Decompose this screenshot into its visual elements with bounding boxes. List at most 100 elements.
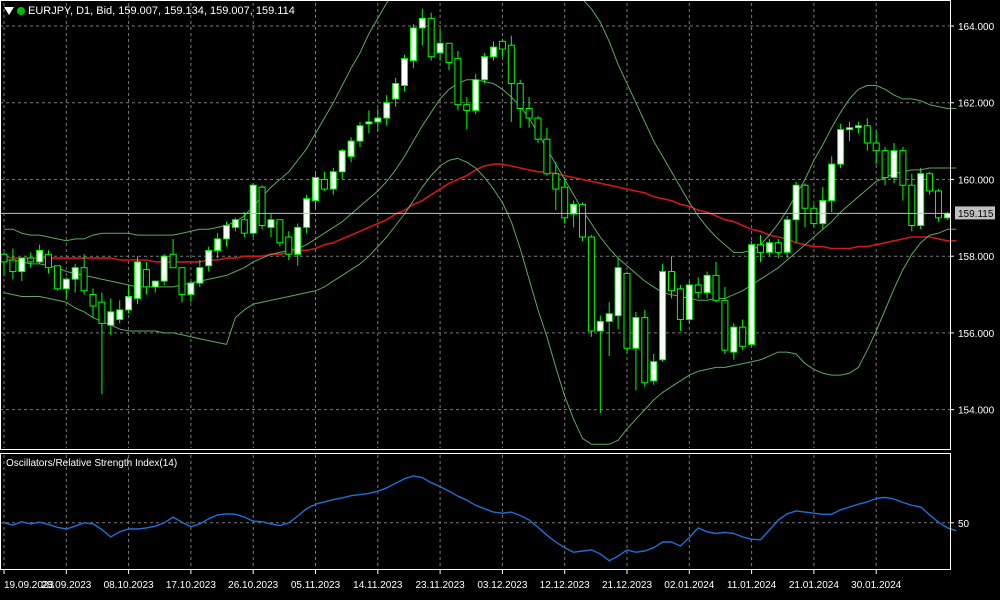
- bull-candle-body: [837, 129, 845, 165]
- bull-candle-body: [614, 267, 622, 317]
- candle[interactable]: [837, 123, 845, 168]
- candle[interactable]: [534, 116, 542, 144]
- bull-candle-body: [703, 274, 711, 294]
- bull-candle-body: [659, 271, 667, 361]
- bull-candle-body: [107, 311, 115, 326]
- bull-candle-body: [605, 313, 613, 322]
- x-tick-label: 02.01.2024: [664, 580, 714, 591]
- bear-candle-body: [142, 269, 150, 288]
- bear-candle-body: [579, 203, 586, 238]
- candle[interactable]: [160, 254, 168, 285]
- x-tick-label: 08.10.2023: [104, 580, 154, 591]
- candle[interactable]: [258, 185, 266, 230]
- bear-candle-body: [45, 253, 52, 269]
- candle[interactable]: [641, 309, 649, 387]
- bull-candle-body: [374, 117, 382, 123]
- bear-candle-body: [80, 267, 88, 292]
- collapse-triangle-icon[interactable]: [4, 7, 14, 15]
- x-tick-label: 30.01.2024: [851, 580, 901, 591]
- candle[interactable]: [134, 256, 141, 305]
- candle[interactable]: [810, 204, 818, 228]
- candle[interactable]: [587, 235, 595, 337]
- bear-candle-body: [712, 274, 720, 301]
- candle[interactable]: [926, 171, 934, 195]
- candle[interactable]: [303, 194, 311, 234]
- bull-candle-body: [205, 249, 213, 267]
- bull-candle-body: [125, 295, 133, 311]
- bull-candle-body: [828, 163, 836, 202]
- bear-candle-body: [98, 301, 106, 324]
- bull-candle-body: [36, 249, 44, 263]
- x-tick-label: 12.12.2023: [540, 580, 590, 591]
- bear-candle-body: [276, 219, 284, 244]
- candle[interactable]: [401, 54, 408, 92]
- y-tick-label: 156.000: [958, 329, 995, 340]
- bear-candle-body: [757, 244, 764, 253]
- symbol-info: EURJPY, D1, Bid, 159.007, 159.134, 159.0…: [28, 5, 295, 17]
- candle[interactable]: [623, 271, 631, 355]
- rsi-panel-title: Oscillators/Relative Strength Index(14): [6, 458, 178, 469]
- bear-candle-body: [463, 104, 471, 111]
- bear-candle-body: [454, 58, 462, 106]
- x-tick-label: 05.11.2023: [291, 580, 341, 591]
- bull-candle-body: [570, 203, 578, 215]
- candle[interactable]: [276, 219, 284, 247]
- bull-candle-body: [401, 58, 408, 86]
- bull-candle-body: [819, 200, 827, 225]
- bull-candle-body: [943, 212, 951, 219]
- chart-canvas: 164.000 162.000 160.000 158.000 156.000 154.0…: [0, 0, 1000, 600]
- bull-candle-body: [765, 242, 773, 253]
- candle[interactable]: [579, 202, 586, 241]
- bull-candle-body: [62, 278, 70, 290]
- candle[interactable]: [454, 50, 462, 111]
- bear-candle-body: [774, 242, 782, 253]
- bull-candle-body: [383, 102, 391, 119]
- x-tick-label: 17.10.2023: [166, 580, 216, 591]
- candle[interactable]: [659, 263, 667, 362]
- bull-candle-body: [187, 282, 195, 296]
- x-tick-label: 14.11.2023: [353, 580, 403, 591]
- bull-candle-body: [365, 121, 373, 125]
- bear-candle-body: [899, 150, 907, 186]
- bull-candle-body: [650, 361, 658, 382]
- current-price-tag: 159.115: [955, 206, 995, 220]
- bull-candle-body: [116, 309, 124, 320]
- x-tick-label: 23.11.2023: [415, 580, 465, 591]
- x-tick-label: 26.10.2023: [228, 580, 278, 591]
- x-tick-label: 21.01.2024: [789, 580, 839, 591]
- bear-candle-body: [427, 17, 435, 58]
- chart-header: EURJPY, D1, Bid, 159.007, 159.134, 159.0…: [4, 3, 295, 19]
- bull-candle-body: [214, 238, 222, 251]
- bull-candle-body: [418, 17, 426, 29]
- candle[interactable]: [748, 240, 756, 347]
- bull-candle-body: [748, 244, 756, 345]
- candle[interactable]: [685, 281, 693, 324]
- candle[interactable]: [935, 189, 942, 222]
- bear-candle-body: [525, 107, 533, 119]
- candle[interactable]: [427, 12, 435, 61]
- y-tick-label: 162.000: [958, 99, 995, 110]
- x-tick-label: 11.01.2024: [727, 580, 777, 591]
- candle[interactable]: [917, 167, 925, 230]
- candle[interactable]: [481, 52, 489, 84]
- bull-candle-body: [632, 317, 640, 349]
- rsi-tick-label: 50: [958, 519, 970, 530]
- candle[interactable]: [472, 73, 480, 115]
- bull-candle-body: [792, 184, 800, 221]
- candle[interactable]: [783, 215, 791, 259]
- candle[interactable]: [249, 183, 257, 238]
- bear-candle-body: [258, 186, 266, 226]
- bear-candle-body: [908, 184, 916, 227]
- bull-candle-body: [196, 267, 204, 284]
- bear-candle-body: [178, 267, 186, 296]
- candle[interactable]: [53, 265, 61, 291]
- bull-candle-body: [490, 46, 497, 58]
- bear-candle-body: [27, 257, 35, 263]
- bear-candle-body: [721, 299, 729, 351]
- bear-candle-body: [881, 150, 889, 179]
- bear-candle-body: [863, 125, 871, 144]
- bull-candle-body: [134, 261, 141, 299]
- bull-candle-body: [854, 125, 862, 129]
- bull-candle-body: [160, 255, 168, 282]
- bull-candle-body: [18, 257, 26, 273]
